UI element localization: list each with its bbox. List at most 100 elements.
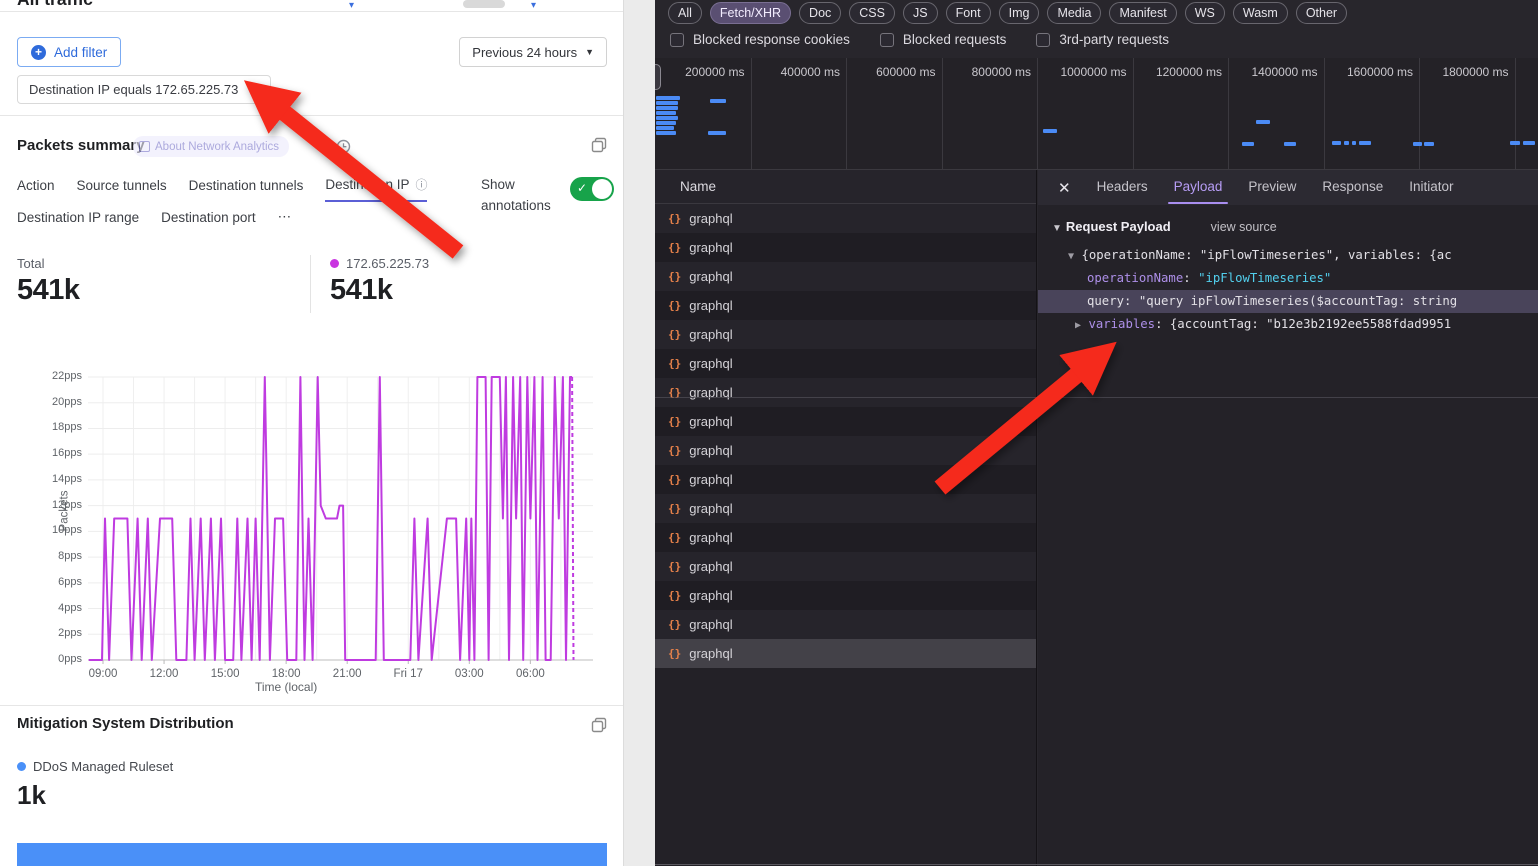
about-network-analytics-badge[interactable]: About Network Analytics bbox=[133, 136, 289, 157]
filter-pill-js[interactable]: JS bbox=[903, 2, 938, 24]
tab--[interactable]: ⋯ bbox=[278, 209, 292, 232]
waterfall-request-bar[interactable] bbox=[1284, 142, 1296, 146]
chevron-down-icon: ▾ bbox=[349, 0, 354, 11]
filter-pill-manifest[interactable]: Manifest bbox=[1109, 2, 1176, 24]
filter-pill-other[interactable]: Other bbox=[1296, 2, 1347, 24]
waterfall-request-bar[interactable] bbox=[656, 131, 676, 135]
request-name: graphql bbox=[689, 240, 732, 255]
waterfall-request-bar[interactable] bbox=[1523, 141, 1535, 145]
waterfall-request-bar[interactable] bbox=[1424, 142, 1434, 146]
tab-destination-tunnels[interactable]: Destination tunnels bbox=[189, 176, 304, 202]
filter-pill-font[interactable]: Font bbox=[946, 2, 991, 24]
close-icon[interactable]: ✕ bbox=[1058, 179, 1071, 197]
request-row-graphql[interactable]: {}graphql bbox=[655, 204, 1036, 233]
checkbox-blocked-response-cookies[interactable]: Blocked response cookies bbox=[670, 32, 850, 47]
tab-destination-port[interactable]: Destination port bbox=[161, 209, 256, 232]
json-braces-icon: {} bbox=[668, 270, 681, 283]
waterfall-request-bar[interactable] bbox=[708, 131, 726, 135]
waterfall-request-bar[interactable] bbox=[1510, 141, 1520, 145]
request-row-graphql[interactable]: {}graphql bbox=[655, 552, 1036, 581]
request-payload-header[interactable]: ▼Request Payloadview source bbox=[1038, 215, 1538, 238]
request-name: graphql bbox=[689, 559, 732, 574]
checkbox-icon[interactable] bbox=[880, 33, 894, 47]
waterfall-request-bar[interactable] bbox=[1344, 141, 1349, 145]
request-type-filters: All Fetch/XHR Doc CSS JS Font Img Media Manifest… bbox=[668, 2, 1347, 24]
request-row-graphql[interactable]: {}graphql bbox=[655, 262, 1036, 291]
request-row-graphql[interactable]: {}graphql bbox=[655, 465, 1036, 494]
copy-icon[interactable] bbox=[591, 717, 607, 733]
packets-timeseries-chart bbox=[0, 0, 623, 700]
request-row-graphql[interactable]: {}graphql bbox=[655, 523, 1036, 552]
request-row-graphql[interactable]: {}graphql bbox=[655, 581, 1036, 610]
detail-tab-initiator[interactable]: Initiator bbox=[1409, 170, 1453, 205]
request-row-graphql[interactable]: {}graphql bbox=[655, 407, 1036, 436]
collapse-triangle-icon[interactable]: ▼ bbox=[1052, 223, 1062, 234]
filter-pill-wasm[interactable]: Wasm bbox=[1233, 2, 1288, 24]
copy-icon[interactable] bbox=[591, 137, 607, 153]
detail-tab-payload[interactable]: Payload bbox=[1174, 170, 1223, 205]
filter-pill-fetch-xhr[interactable]: Fetch/XHR bbox=[710, 2, 791, 24]
y-tick-label: 22pps bbox=[0, 370, 82, 382]
waterfall-request-bar[interactable] bbox=[1043, 129, 1057, 133]
waterfall-request-bar[interactable] bbox=[656, 101, 678, 105]
filter-pill-ws[interactable]: WS bbox=[1185, 2, 1225, 24]
checkbox--rd-party-requests[interactable]: 3rd-party requests bbox=[1036, 32, 1169, 47]
filter-pill-doc[interactable]: Doc bbox=[799, 2, 841, 24]
time-range-dropdown[interactable]: Previous 24 hours ▼ bbox=[459, 37, 607, 67]
expand-triangle-icon[interactable]: ▶ bbox=[1075, 320, 1081, 331]
waterfall-request-bar[interactable] bbox=[1242, 142, 1254, 146]
waterfall-request-bar[interactable] bbox=[1256, 120, 1270, 124]
show-annotations-toggle[interactable]: ✓ bbox=[570, 177, 614, 201]
filter-chip[interactable]: Destination IP equals 172.65.225.73 ✕ bbox=[17, 75, 271, 104]
tab-destination-ip[interactable]: Destination IPⓘ bbox=[325, 176, 427, 202]
payload-variables-line[interactable]: ▶ variables: {accountTag: "b12e3b2192ee5… bbox=[1038, 313, 1538, 336]
tab-source-tunnels[interactable]: Source tunnels bbox=[77, 176, 167, 202]
detail-tab-response[interactable]: Response bbox=[1322, 170, 1383, 205]
tab-action[interactable]: Action bbox=[17, 176, 55, 202]
request-row-graphql[interactable]: {}graphql bbox=[655, 320, 1036, 349]
checkbox-icon[interactable] bbox=[670, 33, 684, 47]
filter-pill-img[interactable]: Img bbox=[999, 2, 1040, 24]
filter-pill-all[interactable]: All bbox=[668, 2, 702, 24]
add-filter-button[interactable]: + Add filter bbox=[17, 37, 121, 67]
waterfall-request-bar[interactable] bbox=[1332, 141, 1341, 145]
waterfall-request-bar[interactable] bbox=[656, 126, 674, 130]
request-name: graphql bbox=[689, 646, 732, 661]
request-row-graphql[interactable]: {}graphql bbox=[655, 349, 1036, 378]
request-row-graphql[interactable]: {}graphql bbox=[655, 610, 1036, 639]
waterfall-request-bar[interactable] bbox=[656, 116, 678, 120]
detail-tab-headers[interactable]: Headers bbox=[1097, 170, 1148, 205]
waterfall-request-bar[interactable] bbox=[710, 99, 726, 103]
checkbox-blocked-requests[interactable]: Blocked requests bbox=[880, 32, 1007, 47]
mitigation-legend: DDoS Managed Ruleset bbox=[17, 759, 173, 774]
name-column-header[interactable]: Name bbox=[655, 170, 1036, 204]
waterfall-request-bar[interactable] bbox=[656, 121, 676, 125]
request-row-graphql[interactable]: {}graphql bbox=[655, 291, 1036, 320]
book-icon bbox=[139, 141, 150, 152]
close-icon[interactable]: ✕ bbox=[248, 82, 259, 98]
request-row-graphql[interactable]: {}graphql bbox=[655, 233, 1036, 262]
waterfall-request-bar[interactable] bbox=[656, 96, 680, 100]
request-row-graphql[interactable]: {}graphql bbox=[655, 639, 1036, 668]
network-timeline-overview[interactable]: 200000 ms400000 ms600000 ms800000 ms1000… bbox=[655, 58, 1538, 170]
request-row-graphql[interactable]: {}graphql bbox=[655, 436, 1036, 465]
timeline-tick-label: 1800000 ms bbox=[1425, 65, 1509, 79]
waterfall-request-bar[interactable] bbox=[656, 111, 676, 115]
waterfall-request-bar[interactable] bbox=[1359, 141, 1371, 145]
view-source-link[interactable]: view source bbox=[1211, 220, 1277, 234]
tab-destination-ip-range[interactable]: Destination IP range bbox=[17, 209, 139, 232]
waterfall-request-bar[interactable] bbox=[1413, 142, 1422, 146]
waterfall-request-bar[interactable] bbox=[656, 106, 678, 110]
filter-pill-media[interactable]: Media bbox=[1047, 2, 1101, 24]
request-row-graphql[interactable]: {}graphql bbox=[655, 494, 1036, 523]
collapse-triangle-icon[interactable]: ▼ bbox=[1068, 251, 1074, 262]
info-icon[interactable]: ⓘ bbox=[415, 176, 427, 193]
payload-operation-line[interactable]: operationName: "ipFlowTimeseries" bbox=[1038, 267, 1538, 290]
filter-pill-css[interactable]: CSS bbox=[849, 2, 895, 24]
request-row-graphql[interactable]: {}graphql bbox=[655, 378, 1036, 407]
waterfall-request-bar[interactable] bbox=[1352, 141, 1356, 145]
payload-root-line[interactable]: ▼ {operationName: "ipFlowTimeseries", va… bbox=[1038, 244, 1538, 267]
checkbox-icon[interactable] bbox=[1036, 33, 1050, 47]
detail-tab-preview[interactable]: Preview bbox=[1248, 170, 1296, 205]
payload-query-line[interactable]: query: "query ipFlowTimeseries($accountT… bbox=[1038, 290, 1538, 313]
